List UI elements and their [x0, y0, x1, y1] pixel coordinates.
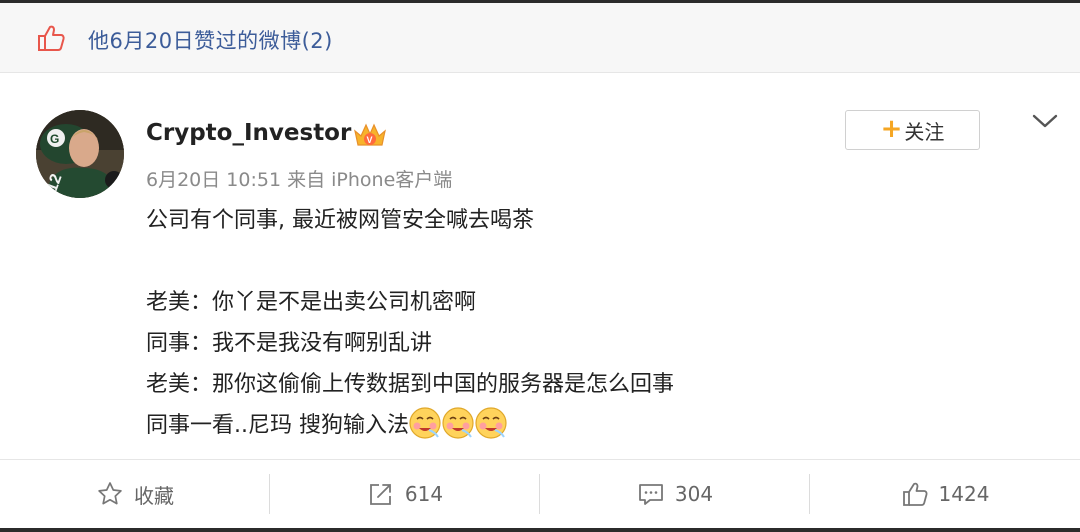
drooling-emoji-icon [475, 407, 507, 439]
svg-text:V: V [367, 135, 373, 145]
username[interactable]: Crypto_Investor [146, 120, 351, 146]
repost-button[interactable]: 614 [270, 460, 540, 528]
bottom-border [0, 528, 1080, 532]
favorite-label: 收藏 [134, 483, 174, 508]
follow-label: 关注 [904, 119, 945, 144]
star-icon [98, 482, 122, 505]
avatar-image: G 12 [36, 110, 124, 198]
post-line-5: 老美：那你这偷偷上传数据到中国的服务器是怎么回事 [146, 372, 675, 397]
like-button[interactable]: 1424 [810, 460, 1080, 528]
share-icon [370, 484, 391, 505]
chevron-down-icon[interactable] [1030, 110, 1060, 132]
vip-crown-icon[interactable]: V [352, 118, 388, 150]
liked-notice-bar[interactable]: 他6月20日赞过的微博(2) [0, 3, 1080, 73]
post-line-blank [146, 241, 1026, 282]
comment-icon [639, 484, 663, 505]
avatar[interactable]: G 12 [36, 110, 124, 198]
post-line-4: 同事：我不是我没有啊别乱讲 [146, 331, 433, 356]
comment-button[interactable]: 304 [540, 460, 810, 528]
drooling-emoji-icon [409, 407, 441, 439]
post-line-1: 公司有个同事, 最近被网管安全喊去喝茶 [146, 208, 534, 233]
follow-button[interactable]: + 关注 [845, 110, 980, 150]
like-count: 1424 [938, 482, 990, 506]
post-line-6: 同事一看..尼玛 搜狗输入法 [146, 405, 1026, 446]
plus-icon: + [880, 113, 903, 144]
post-content: 公司有个同事, 最近被网管安全喊去喝茶 老美：你丫是不是出卖公司机密啊 同事：我… [146, 200, 1026, 446]
liked-notice-text[interactable]: 他6月20日赞过的微博(2) [88, 25, 333, 55]
post-line-3: 老美：你丫是不是出卖公司机密啊 [146, 290, 477, 315]
drooling-emoji-icon [442, 407, 474, 439]
post-line-6-text: 同事一看..尼玛 搜狗输入法 [146, 413, 409, 438]
repost-count: 614 [404, 482, 444, 506]
svg-text:G: G [50, 132, 59, 146]
action-bar: 收藏 614 304 1424 [0, 459, 1080, 528]
thumbs-up-icon [902, 482, 928, 506]
post-meta: 6月20日 10:51 来自 iPhone客户端 [146, 169, 453, 191]
favorite-button[interactable]: 收藏 [0, 460, 270, 528]
thumbs-up-icon [38, 25, 65, 51]
comment-count: 304 [674, 482, 714, 506]
